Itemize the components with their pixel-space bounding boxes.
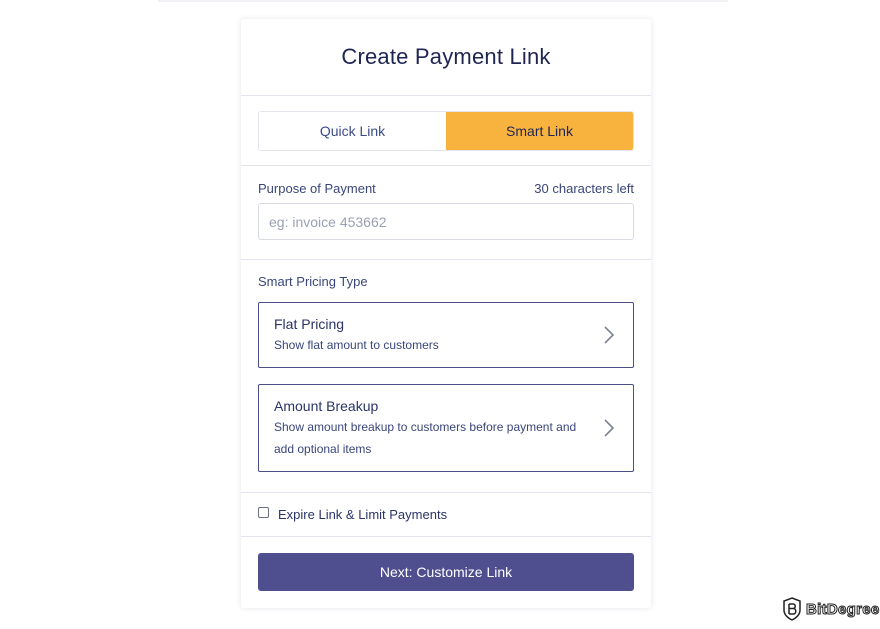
top-divider [158, 0, 728, 2]
flat-pricing-title: Flat Pricing [274, 316, 345, 332]
purpose-input[interactable] [258, 203, 634, 240]
watermark-text: BitDegree [806, 600, 880, 618]
amount-breakup-description: Show amount breakup to customers before … [274, 420, 577, 456]
expire-link-checkbox[interactable] [258, 507, 269, 518]
page-title: Create Payment Link [241, 19, 651, 96]
bitdegree-shield-icon [783, 597, 801, 621]
purpose-section: Purpose of Payment 30 characters left [241, 166, 651, 260]
link-type-tabs: Quick Link Smart Link [258, 111, 634, 151]
bitdegree-watermark: BitDegree [782, 597, 880, 621]
characters-left-counter: 30 characters left [534, 181, 634, 196]
flat-pricing-option[interactable]: Flat Pricing Show flat amount to custome… [258, 302, 634, 368]
amount-breakup-option[interactable]: Amount Breakup Show amount breakup to cu… [258, 384, 634, 472]
chevron-right-icon [604, 326, 615, 344]
smart-pricing-section: Smart Pricing Type Flat Pricing Show fla… [241, 260, 651, 493]
chevron-right-icon [604, 419, 615, 437]
tab-smart-link[interactable]: Smart Link [446, 112, 633, 150]
expire-section: Expire Link & Limit Payments [241, 493, 651, 537]
purpose-header: Purpose of Payment 30 characters left [258, 181, 634, 196]
purpose-label: Purpose of Payment [258, 181, 376, 196]
flat-pricing-description: Show flat amount to customers [274, 338, 439, 352]
expire-link-label[interactable]: Expire Link & Limit Payments [278, 507, 447, 522]
amount-breakup-title: Amount Breakup [274, 398, 379, 414]
smart-pricing-label: Smart Pricing Type [258, 274, 368, 289]
tab-quick-link[interactable]: Quick Link [259, 112, 446, 150]
next-button-section: Next: Customize Link [241, 537, 651, 591]
next-customize-link-button[interactable]: Next: Customize Link [258, 553, 634, 591]
create-payment-link-card: Create Payment Link Quick Link Smart Lin… [241, 19, 651, 608]
link-type-section: Quick Link Smart Link [241, 96, 651, 166]
